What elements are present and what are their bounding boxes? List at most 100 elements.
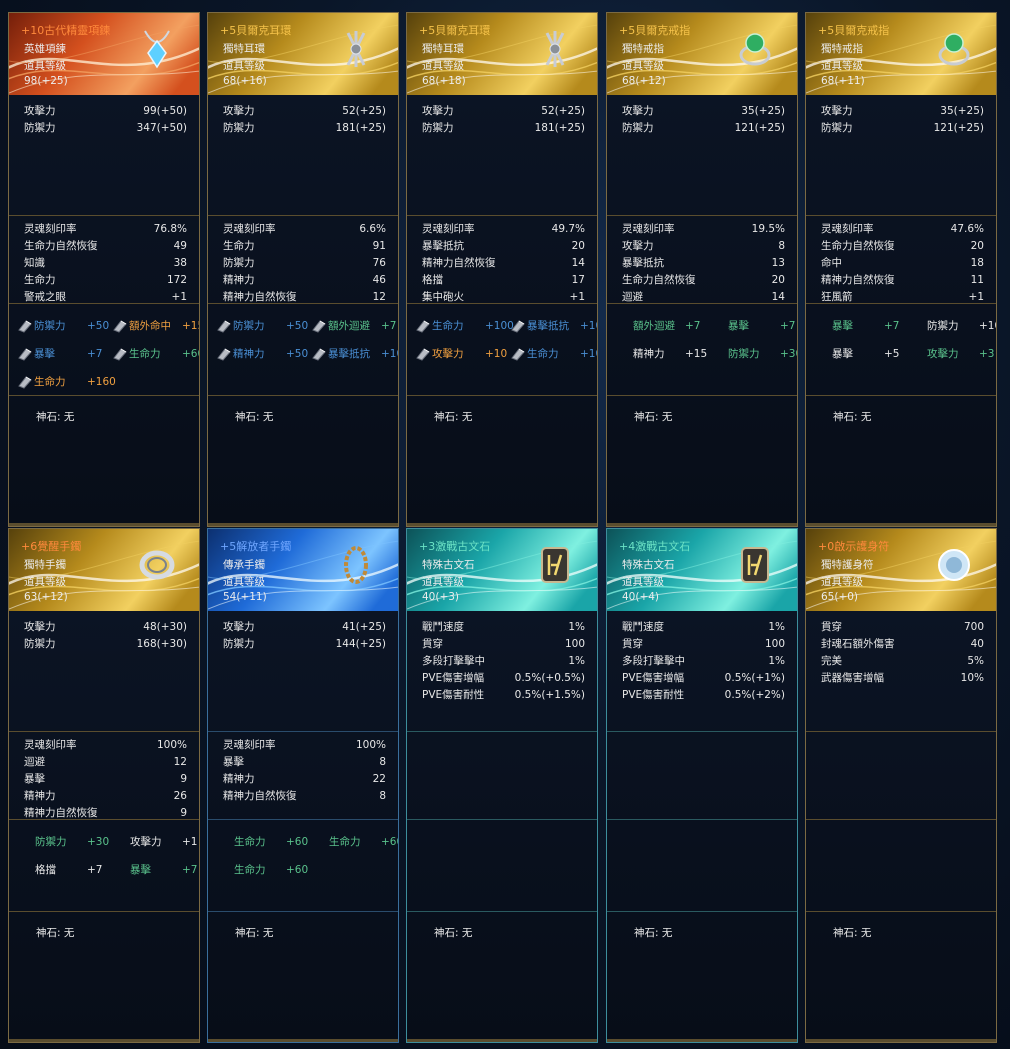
godstone-label: 神石: 无 [36, 411, 75, 423]
section-divider [407, 395, 597, 396]
item-card[interactable]: +10古代精靈項鍊 英雄項鍊 道具等级 98(+25) 攻擊力 99(+50) 防禦力 34… [8, 12, 200, 527]
stat-value: 121(+25) [933, 122, 984, 134]
card-bottom-border [407, 1039, 597, 1042]
stat-label: 防禦力 [821, 122, 853, 134]
base-stat-row: 攻擊力 52(+25) [223, 103, 386, 120]
section-divider [407, 731, 597, 732]
item-card[interactable]: +6覺醒手鐲 獨特手鐲 道具等级 63(+12) 攻擊力 48(+30) 防禦力 168(+… [8, 528, 200, 1043]
stat-label: 灵魂刻印率 [821, 223, 874, 235]
stat-label: 生命力自然恢復 [24, 240, 98, 252]
stat-label: 命中 [821, 257, 842, 269]
stat-value: 10% [960, 672, 984, 684]
stat-label: 生命力 [223, 240, 255, 252]
item-subtype: 獨特耳環 [223, 43, 265, 55]
enchant-stone-icon [312, 348, 326, 361]
stat-value: 52(+25) [342, 105, 386, 117]
stat-value: 8 [379, 756, 386, 768]
stat-label: 封魂石額外傷害 [821, 638, 895, 650]
stat-label: 防禦力 [24, 122, 56, 134]
item-name: +0啟示護身符 [818, 540, 890, 553]
enchant-stone-icon [18, 320, 32, 333]
godstone-label: 神石: 无 [235, 411, 274, 423]
bonus-label: 防禦力 [728, 348, 760, 360]
item-subtype: 獨特護身符 [821, 559, 874, 571]
bonus-stat: 暴擊抵抗 +10 [311, 344, 398, 364]
soul-stat-row: 暴擊抵抗 13 [622, 255, 785, 272]
bonus-label: 暴擊 [34, 348, 55, 360]
enchant-stone-icon [416, 348, 430, 361]
rune-stone-icon [533, 543, 577, 587]
section-divider [407, 215, 597, 216]
bonus-stat: 格擋 +7 [35, 860, 125, 880]
item-card[interactable]: +4激戰古文石 特殊古文石 道具等级 40(+4) 戰鬥速度 1% 貫穿 100 多段打擊擊中… [606, 528, 798, 1043]
bonus-value: +7 [685, 320, 701, 332]
base-stat-row: 貫穿 100 [422, 636, 585, 653]
card-bottom-border [607, 1039, 797, 1042]
item-grid: +10古代精靈項鍊 英雄項鍊 道具等级 98(+25) 攻擊力 99(+50) 防禦力 34… [0, 0, 1010, 1049]
stat-label: PVE傷害耐性 [622, 689, 685, 701]
bonus-label: 暴擊抵抗 [527, 320, 569, 332]
stat-value: 49.7% [551, 223, 585, 235]
godstone-label: 神石: 无 [634, 927, 673, 939]
stat-label: 防禦力 [223, 257, 255, 269]
base-stat-row: 攻擊力 48(+30) [24, 619, 187, 636]
base-stat-row: 防禦力 181(+25) [422, 120, 585, 137]
item-level-label: 道具等级 [821, 60, 863, 72]
stat-label: 生命力 [24, 274, 56, 286]
card-bottom-border [208, 1039, 398, 1042]
stat-label: 攻擊力 [422, 105, 454, 117]
bonus-label: 生命力 [234, 864, 266, 876]
stat-value: 144(+25) [335, 638, 386, 650]
stat-label: 完美 [821, 655, 842, 667]
section-divider [806, 215, 996, 216]
bonus-value: +60 [286, 864, 309, 876]
item-card[interactable]: +5解放者手鐲 傳承手鐲 道具等级 54(+11) 攻擊力 41(+25) 防禦力 144(+… [207, 528, 399, 1043]
bonus-label: 防禦力 [927, 320, 959, 332]
section-divider [208, 395, 398, 396]
soul-stat-row: 灵魂刻印率 49.7% [422, 221, 585, 238]
item-level: 63(+12) [24, 591, 68, 603]
soul-stat-row: 精神力 22 [223, 771, 386, 788]
stat-value: 13 [771, 257, 785, 269]
stat-label: 狂風箭 [821, 291, 853, 303]
stat-label: 精神力自然恢復 [422, 257, 496, 269]
stat-value: 8 [379, 790, 386, 802]
enchant-stone-icon [217, 348, 231, 361]
stat-value: 35(+25) [940, 105, 984, 117]
stat-value: 19.5% [751, 223, 785, 235]
bonus-label: 精神力 [633, 348, 665, 360]
bonus-stat: 額外迴避 +7 [633, 316, 723, 336]
item-card[interactable]: +5貝爾克耳環 獨特耳環 道具等级 68(+16) 攻擊力 52(+25) 防禦力 181(… [207, 12, 399, 527]
item-subtype: 獨特戒指 [821, 43, 863, 55]
stat-value: 47.6% [950, 223, 984, 235]
item-level: 54(+11) [223, 591, 267, 603]
stat-value: 91 [372, 240, 386, 252]
card-bottom-border [806, 523, 996, 526]
bonus-value: +15 [182, 320, 199, 332]
soul-stat-row: 知識 38 [24, 255, 187, 272]
item-card[interactable]: +5貝爾克戒指 獨特戒指 道具等级 68(+12) 攻擊力 35(+25) 防禦力 121(… [606, 12, 798, 527]
stat-label: 灵魂刻印率 [422, 223, 475, 235]
soul-stat-row: 生命力自然恢復 49 [24, 238, 187, 255]
soul-stat-row: 暴擊抵抗 20 [422, 238, 585, 255]
stat-value: 40 [970, 638, 984, 650]
bonus-label: 生命力 [432, 320, 464, 332]
stat-label: 格擋 [422, 274, 443, 286]
item-card[interactable]: +5貝爾克戒指 獨特戒指 道具等级 68(+11) 攻擊力 35(+25) 防禦力 121(… [805, 12, 997, 527]
base-stat-row: 戰鬥速度 1% [422, 619, 585, 636]
item-card[interactable]: +0啟示護身符 獨特護身符 道具等级 65(+0) 貫穿 700 封魂石額外傷害 40 完美 5… [805, 528, 997, 1043]
item-card[interactable]: +3激戰古文石 特殊古文石 道具等级 40(+3) 戰鬥速度 1% 貫穿 100 多段打擊擊中… [406, 528, 598, 1043]
earring-icon [533, 27, 577, 71]
item-card[interactable]: +5貝爾克耳環 獨特耳環 道具等级 68(+18) 攻擊力 52(+25) 防禦力 181(… [406, 12, 598, 527]
bonus-value: +60 [381, 836, 398, 848]
bonus-label: 額外迴避 [328, 320, 370, 332]
stat-label: 精神力 [223, 274, 255, 286]
stat-label: 防禦力 [223, 122, 255, 134]
section-divider [9, 215, 199, 216]
bonus-value: +7 [381, 320, 397, 332]
item-level: 65(+0) [821, 591, 859, 603]
item-level: 98(+25) [24, 75, 68, 87]
stat-value: 48(+30) [143, 621, 187, 633]
stat-label: 精神力自然恢復 [24, 807, 98, 819]
item-subtype: 英雄項鍊 [24, 43, 66, 55]
